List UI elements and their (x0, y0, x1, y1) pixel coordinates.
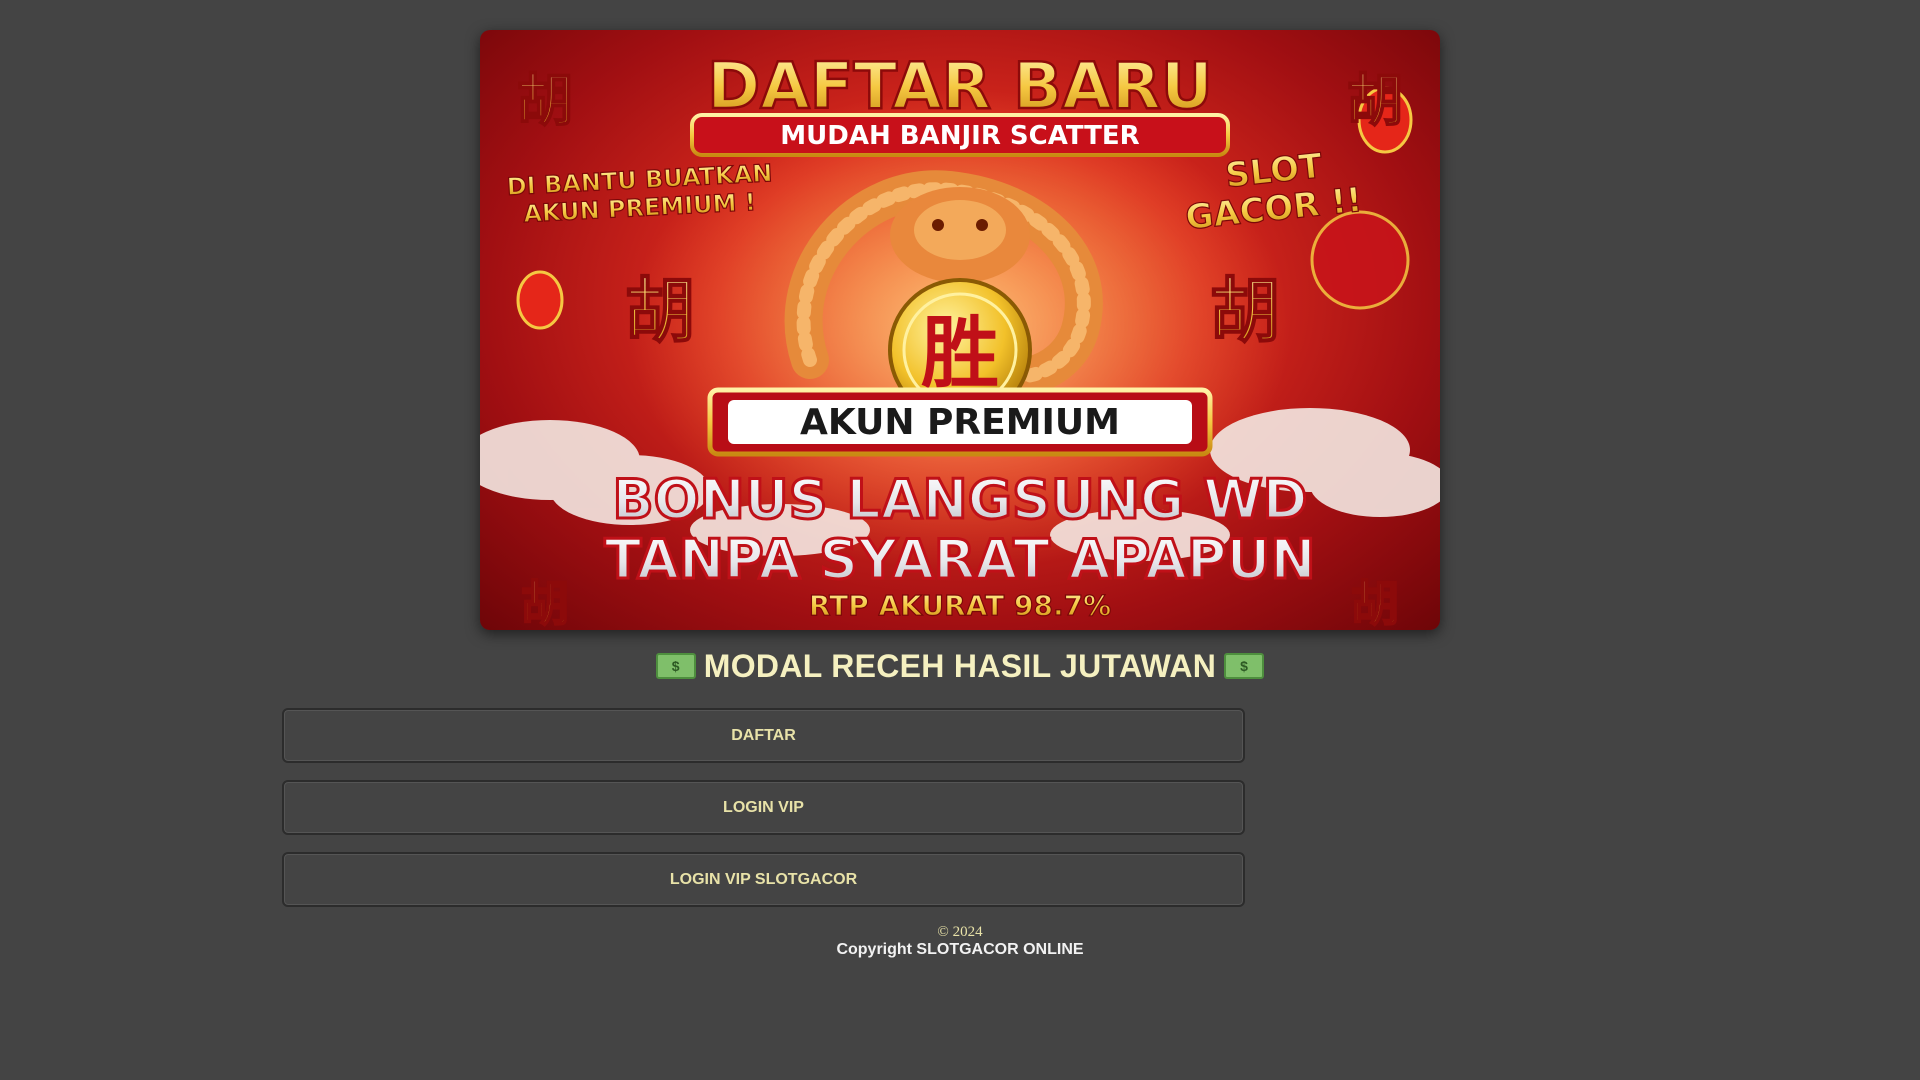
login-vip-button[interactable]: LOGIN VIP (282, 780, 1245, 835)
banner-ribbon: MUDAH BANJIR SCATTER (690, 113, 1230, 157)
headline-text: MODAL RECEH HASIL JUTAWAN (703, 648, 1217, 684)
promo-banner-art: 胜 胡 胡 胡 胡 胡 胡 DAFTAR BARU MUDAH BANJIR S… (480, 49, 1440, 630)
corner-glyph-top-left: 胡 (517, 69, 573, 134)
corner-glyph-top-right: 胡 (1347, 69, 1403, 134)
headline: MODAL RECEH HASIL JUTAWAN (0, 648, 1920, 685)
bonus-line2: TANPA SYARAT APAPUN (604, 528, 1315, 591)
money-banknote-icon (1224, 652, 1265, 679)
bonus-line1: BONUS LANGSUNG WD (613, 468, 1308, 531)
akun-premium-plaque: AKUN PREMIUM (707, 387, 1213, 457)
ribbon-text: MUDAH BANJIR SCATTER (780, 121, 1139, 151)
corner-glyph-mid-left: 胡 (625, 270, 695, 352)
footer-year: © 2024 (937, 924, 983, 940)
emblem-glyph: 胜 (921, 309, 999, 399)
promo-banner[interactable]: 胜 胡 胡 胡 胡 胡 胡 DAFTAR BARU MUDAH BANJIR S… (480, 30, 1440, 630)
plaque-text: AKUN PREMIUM (800, 402, 1120, 443)
login-vip-slotgacor-button[interactable]: LOGIN VIP SLOTGACOR (282, 852, 1245, 907)
corner-glyph-bottom-left: 胡 (521, 576, 569, 630)
corner-glyph-mid-right: 胡 (1210, 270, 1280, 352)
money-banknote-icon (655, 652, 696, 679)
rtp-text: RTP AKURAT 98.7% (809, 589, 1111, 622)
footer-copyright: Copyright SLOTGACOR ONLINE (836, 941, 1084, 958)
corner-glyph-bottom-right: 胡 (1351, 576, 1399, 630)
daftar-button[interactable]: DAFTAR (282, 708, 1245, 763)
banner-title: DAFTAR BARU (707, 50, 1213, 124)
